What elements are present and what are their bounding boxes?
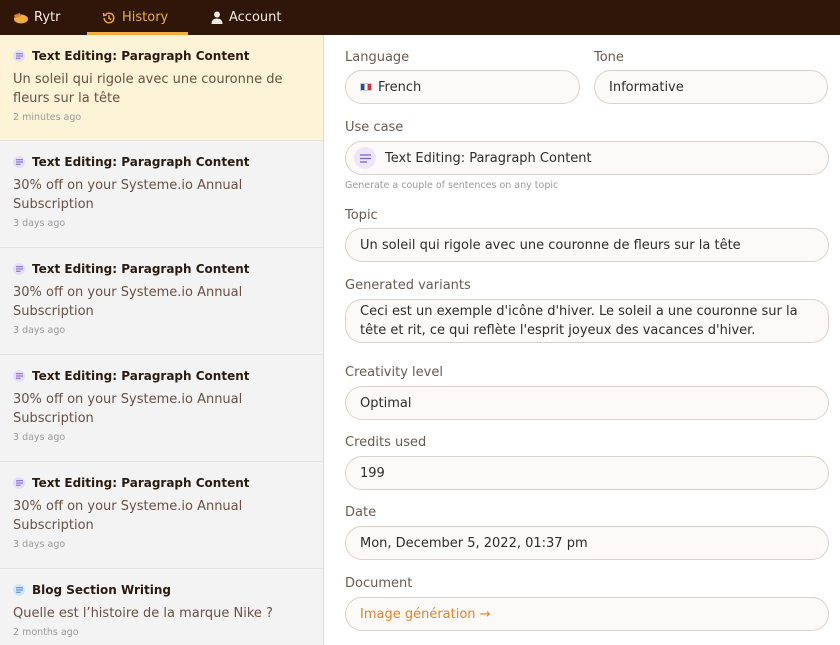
history-item-text: 30% off on your Systeme.io Annual Subscr… — [13, 499, 243, 533]
history-detail-panel: Language French Tone Informative Use cas… — [325, 35, 840, 645]
history-item-type: Text Editing: Paragraph Content — [32, 49, 250, 63]
history-item-time: 3 days ago — [13, 325, 66, 336]
paragraph-icon — [13, 477, 25, 489]
usecase-hint: Generate a couple of sentences on any to… — [345, 180, 559, 191]
nav-tab-account[interactable]: Account — [211, 0, 282, 35]
nav-history-label: History — [122, 10, 169, 25]
nav-brand-label: Rytr — [34, 10, 61, 25]
credits-value: 199 — [360, 465, 385, 481]
history-item-time: 2 months ago — [13, 627, 79, 638]
paragraph-icon — [13, 263, 25, 275]
french-flag-icon — [360, 83, 372, 91]
history-item[interactable]: Text Editing: Paragraph Content 30% off … — [0, 462, 323, 569]
date-label: Date — [345, 505, 377, 520]
date-value: Mon, December 5, 2022, 01:37 pm — [360, 535, 588, 551]
history-item-type: Blog Section Writing — [32, 583, 172, 597]
history-icon — [102, 11, 116, 25]
history-item-type: Text Editing: Paragraph Content — [32, 476, 250, 490]
nav-brand[interactable]: Rytr — [12, 0, 60, 35]
history-item[interactable]: Text Editing: Paragraph Content 30% off … — [0, 248, 323, 355]
paragraph-icon — [13, 50, 25, 62]
tone-label: Tone — [594, 50, 624, 65]
history-item-type: Text Editing: Paragraph Content — [32, 262, 250, 276]
nav-tab-history[interactable]: History — [102, 0, 168, 35]
paragraph-icon — [13, 156, 25, 168]
history-item[interactable]: Text Editing: Paragraph Content Un solei… — [0, 35, 323, 141]
history-item-time: 3 days ago — [13, 432, 66, 443]
history-item-text: Quelle est l’histoire de la marque Nike … — [13, 606, 273, 621]
date-field[interactable]: Mon, December 5, 2022, 01:37 pm — [345, 526, 829, 560]
user-icon — [211, 11, 223, 24]
topic-label: Topic — [345, 208, 378, 223]
history-item-text: Un soleil qui rigole avec une couronne d… — [13, 72, 283, 106]
history-item-time: 3 days ago — [13, 539, 66, 550]
history-item-time: 3 days ago — [13, 218, 66, 229]
tone-value: Informative — [609, 79, 684, 95]
creativity-label: Creativity level — [345, 365, 443, 380]
nav-account-label: Account — [229, 10, 282, 25]
topic-field[interactable]: Un soleil qui rigole avec une couronne d… — [345, 228, 829, 262]
language-select[interactable]: French — [345, 70, 580, 104]
document-field[interactable]: Image génération → — [345, 597, 829, 631]
variants-value: Ceci est un exemple d'icône d'hiver. Le … — [360, 304, 798, 338]
variants-field[interactable]: Ceci est un exemple d'icône d'hiver. Le … — [345, 299, 829, 343]
history-item[interactable]: Blog Section Writing Quelle est l’histoi… — [0, 569, 323, 645]
usecase-value: Text Editing: Paragraph Content — [385, 150, 592, 166]
history-item-type: Text Editing: Paragraph Content — [32, 155, 250, 169]
history-item[interactable]: Text Editing: Paragraph Content 30% off … — [0, 355, 323, 462]
rytr-logo-icon — [12, 12, 28, 24]
history-item-text: 30% off on your Systeme.io Annual Subscr… — [13, 178, 243, 212]
usecase-label: Use case — [345, 120, 404, 135]
credits-field[interactable]: 199 — [345, 456, 829, 490]
history-item-type: Text Editing: Paragraph Content — [32, 369, 250, 383]
paragraph-icon — [354, 147, 376, 169]
history-sidebar: Text Editing: Paragraph Content Un solei… — [0, 35, 324, 645]
history-item-text: 30% off on your Systeme.io Annual Subscr… — [13, 285, 243, 319]
tone-select[interactable]: Informative — [594, 70, 828, 104]
variants-label: Generated variants — [345, 278, 471, 293]
creativity-value: Optimal — [360, 395, 412, 411]
language-value: French — [378, 79, 422, 95]
creativity-select[interactable]: Optimal — [345, 386, 829, 420]
history-item[interactable]: Text Editing: Paragraph Content 30% off … — [0, 141, 323, 248]
paragraph-icon — [13, 370, 25, 382]
topic-value: Un soleil qui rigole avec une couronne d… — [360, 237, 741, 253]
history-item-text: 30% off on your Systeme.io Annual Subscr… — [13, 392, 243, 426]
document-link[interactable]: Image génération → — [360, 607, 491, 622]
usecase-select[interactable]: Text Editing: Paragraph Content — [345, 141, 829, 175]
credits-label: Credits used — [345, 435, 427, 450]
top-nav: Rytr History Account — [0, 0, 840, 35]
blog-icon — [13, 584, 25, 596]
document-label: Document — [345, 576, 413, 591]
history-item-time: 2 minutes ago — [13, 112, 82, 123]
language-label: Language — [345, 50, 410, 65]
